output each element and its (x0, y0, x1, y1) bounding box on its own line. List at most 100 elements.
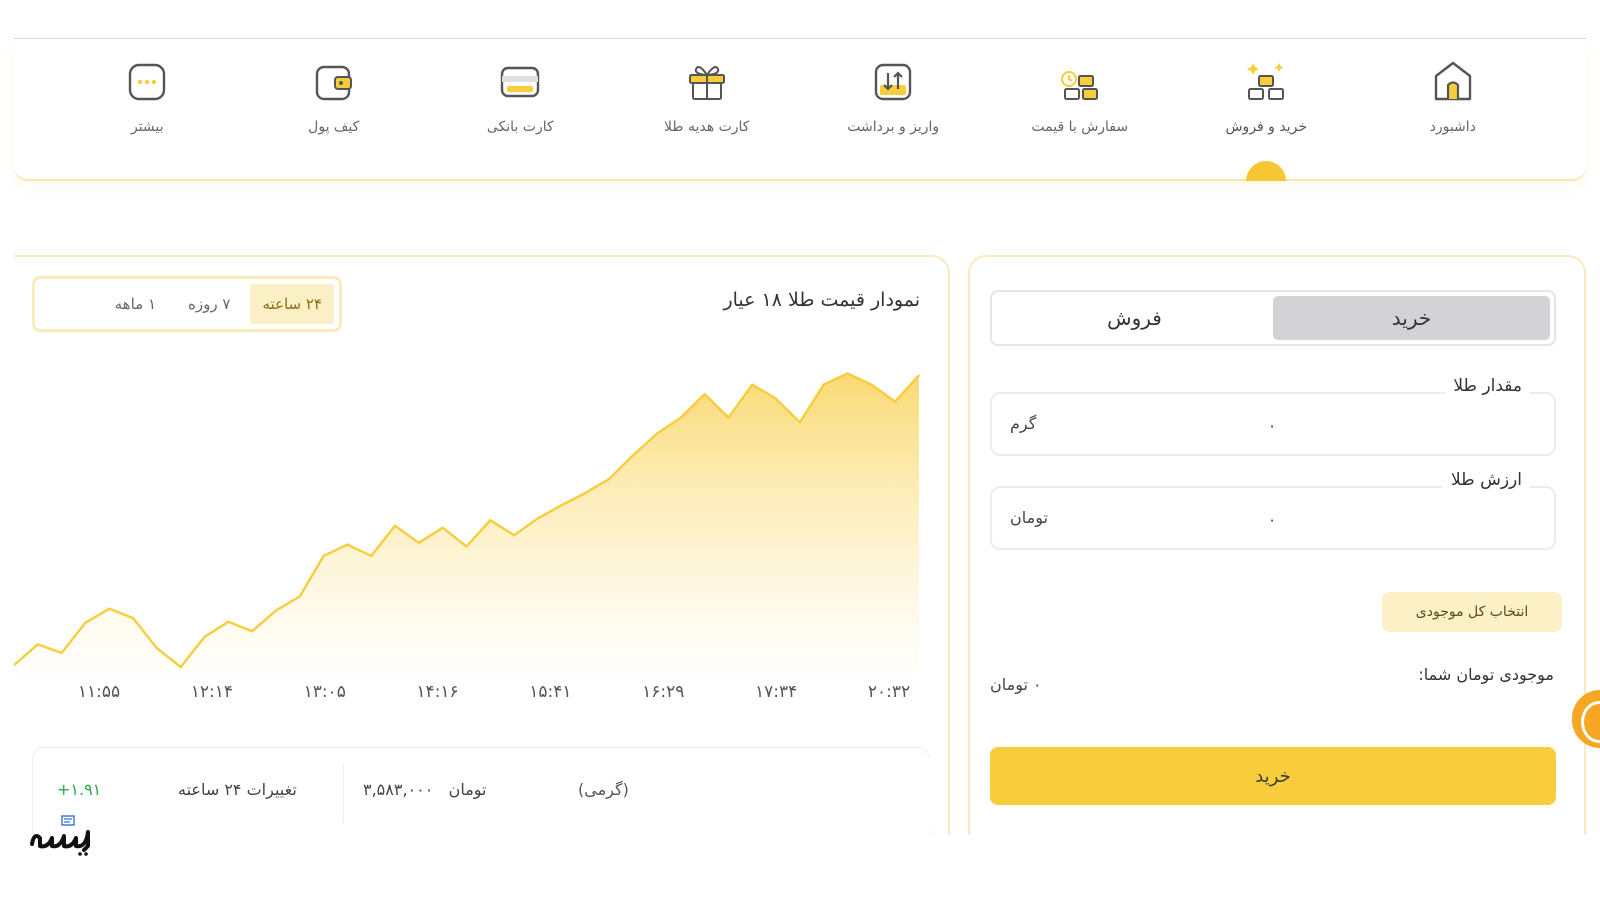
gold-amount-input[interactable] (1252, 412, 1292, 438)
nav-item-gift-card[interactable]: کارت هدیه طلا (632, 39, 782, 179)
chart-point (370, 555, 372, 557)
home-icon (1434, 61, 1471, 101)
chart-point (751, 384, 753, 386)
gold-amount-field-group: مقدار طلا گرم (990, 376, 1556, 456)
gold-value-unit: تومان (1010, 508, 1048, 527)
price-unit: تومان (448, 780, 487, 799)
chart-point (608, 478, 611, 480)
x-tick-label: ۱۱:۵۵ (77, 682, 121, 702)
chart-point (537, 517, 539, 519)
gold-bars-sparkle-icon (1247, 63, 1285, 100)
chart-point (84, 622, 86, 624)
gold-value-field-group: ارزش طلا تومان (990, 470, 1556, 550)
ibazi-watermark-logo (30, 815, 90, 856)
bank-card-icon (501, 66, 540, 98)
select-all-balance-button[interactable]: انتخاب کل موجودی (1382, 592, 1562, 632)
nav-label: داشبورد (1429, 119, 1476, 135)
gift-icon (688, 66, 725, 100)
chart-point (37, 643, 39, 645)
chart-point (894, 401, 896, 403)
buy-sell-switch: خرید فروش (990, 290, 1556, 346)
chart-range-tabs: ۲۴ ساعته ۷ روزه ۱ ماهه (32, 276, 342, 332)
chart-area-fill (14, 373, 919, 677)
x-tick-label: ۱۷:۳۴ (755, 682, 798, 702)
chart-title: نمودار قیمت طلا ۱۸ عیار (723, 289, 920, 311)
tab-buy[interactable]: خرید (1273, 296, 1550, 340)
nav-item-limit-order[interactable]: سفارش با قیمت (1005, 39, 1155, 179)
chart-point (156, 647, 158, 649)
active-nav-indicator (1246, 161, 1287, 181)
chart-point (489, 519, 491, 521)
tab-range-24h[interactable]: ۲۴ ساعته (250, 284, 334, 324)
nav-item-more[interactable]: بیشتر (72, 39, 222, 179)
chart-point (418, 542, 420, 544)
chart-point (61, 652, 63, 654)
chart-point (108, 608, 110, 610)
gold-value-label: ارزش طلا (1443, 470, 1530, 490)
chart-point (823, 384, 825, 386)
order-panel: خرید فروش مقدار طلا گرم ارزش طلا تومان ا… (968, 255, 1586, 835)
chart-point (632, 454, 634, 456)
gold-price: تومان ۳,۵۸۳,۰۰۰ (363, 780, 487, 799)
chart-point (680, 417, 682, 419)
toman-balance-value: ۰ تومان (990, 675, 1042, 694)
chart-point (275, 609, 277, 612)
nav-label: بیشتر (130, 119, 164, 135)
price-chart-panel: نمودار قیمت طلا ۱۸ عیار ۲۴ ساعته ۷ روزه … (14, 255, 950, 835)
chart-point (227, 621, 229, 623)
chart-point (180, 666, 182, 668)
chart-point (918, 374, 920, 376)
x-tick-label: ۲۰:۳۲ (867, 682, 911, 702)
x-tick-label: ۱۳:۰۵ (303, 682, 346, 702)
chart-point (775, 398, 777, 400)
gold-value-input[interactable] (1252, 506, 1292, 532)
chart-point (299, 595, 301, 597)
nav-item-wallet[interactable]: کیف پول (259, 39, 409, 179)
chart-point (203, 636, 206, 638)
stats-fade-overlay (643, 760, 933, 830)
tab-range-7d[interactable]: ۷ روزه (176, 284, 242, 324)
more-icon (129, 63, 166, 101)
nav-label: سفارش با قیمت (1031, 119, 1129, 135)
tab-sell[interactable]: فروش (996, 296, 1273, 340)
chart-point (561, 504, 563, 506)
chart-point (704, 393, 706, 395)
nav-label: خرید و فروش (1225, 119, 1308, 135)
chart-point (585, 492, 587, 494)
nav-label: کارت بانکی (486, 119, 554, 135)
chart-point (727, 417, 730, 419)
chart-point (442, 527, 444, 529)
price-stats-bar: +۱.۹۱ تغییرات ۲۴ ساعته تومان ۳,۵۸۳,۰۰۰ (… (32, 747, 933, 835)
change-24h-label: تغییرات ۲۴ ساعته (178, 780, 297, 799)
gold-bars-clock-icon (1060, 71, 1098, 100)
chart-point (394, 525, 396, 527)
nav-label: کیف پول (308, 119, 360, 135)
tab-range-1m[interactable]: ۱ ماهه (103, 284, 168, 324)
chart-point (465, 545, 468, 548)
chart-point (132, 617, 134, 619)
chart-point (346, 544, 348, 546)
buy-submit-button[interactable]: خرید (990, 747, 1556, 805)
chart-point (847, 372, 849, 374)
nav-item-dashboard[interactable]: داشبورد (1378, 39, 1528, 179)
stats-divider (343, 763, 344, 823)
x-tick-label: ۱۵:۴۱ (529, 682, 572, 702)
price-value: ۳,۵۸۳,۰۰۰ (363, 780, 434, 799)
toman-balance-label: موجودی تومان شما: (1418, 665, 1554, 684)
x-tick-label: ۱۶:۲۹ (642, 682, 685, 702)
gold-amount-label: مقدار طلا (1445, 376, 1530, 396)
nav-item-buy-sell[interactable]: خرید و فروش (1191, 39, 1341, 181)
nav-item-deposit-withdraw[interactable]: واریز و برداشت (818, 39, 968, 179)
nav-label: واریز و برداشت (847, 119, 940, 135)
chart-point (799, 421, 801, 423)
chart-point (870, 384, 873, 386)
gold-amount-unit: گرم (1010, 414, 1037, 433)
chart-point (513, 534, 515, 536)
chart-x-axis: ۱۱:۵۵ ۱۲:۱۴ ۱۳:۰۵ ۱۴:۱۶ ۱۵:۴۱ ۱۶:۲۹ ۱۷:۳۴ ۲۰:۳۲ (14, 682, 948, 712)
price-area-chart (14, 372, 920, 677)
deposit-withdraw-icon (875, 63, 912, 101)
main-nav: داشبورد خرید و فروش سفارش با قیمت واریز … (14, 39, 1586, 181)
x-tick-label: ۱۴:۱۶ (416, 682, 459, 702)
nav-item-bank-card[interactable]: کارت بانکی (445, 39, 595, 179)
change-24h-value: +۱.۹۱ (57, 780, 102, 799)
